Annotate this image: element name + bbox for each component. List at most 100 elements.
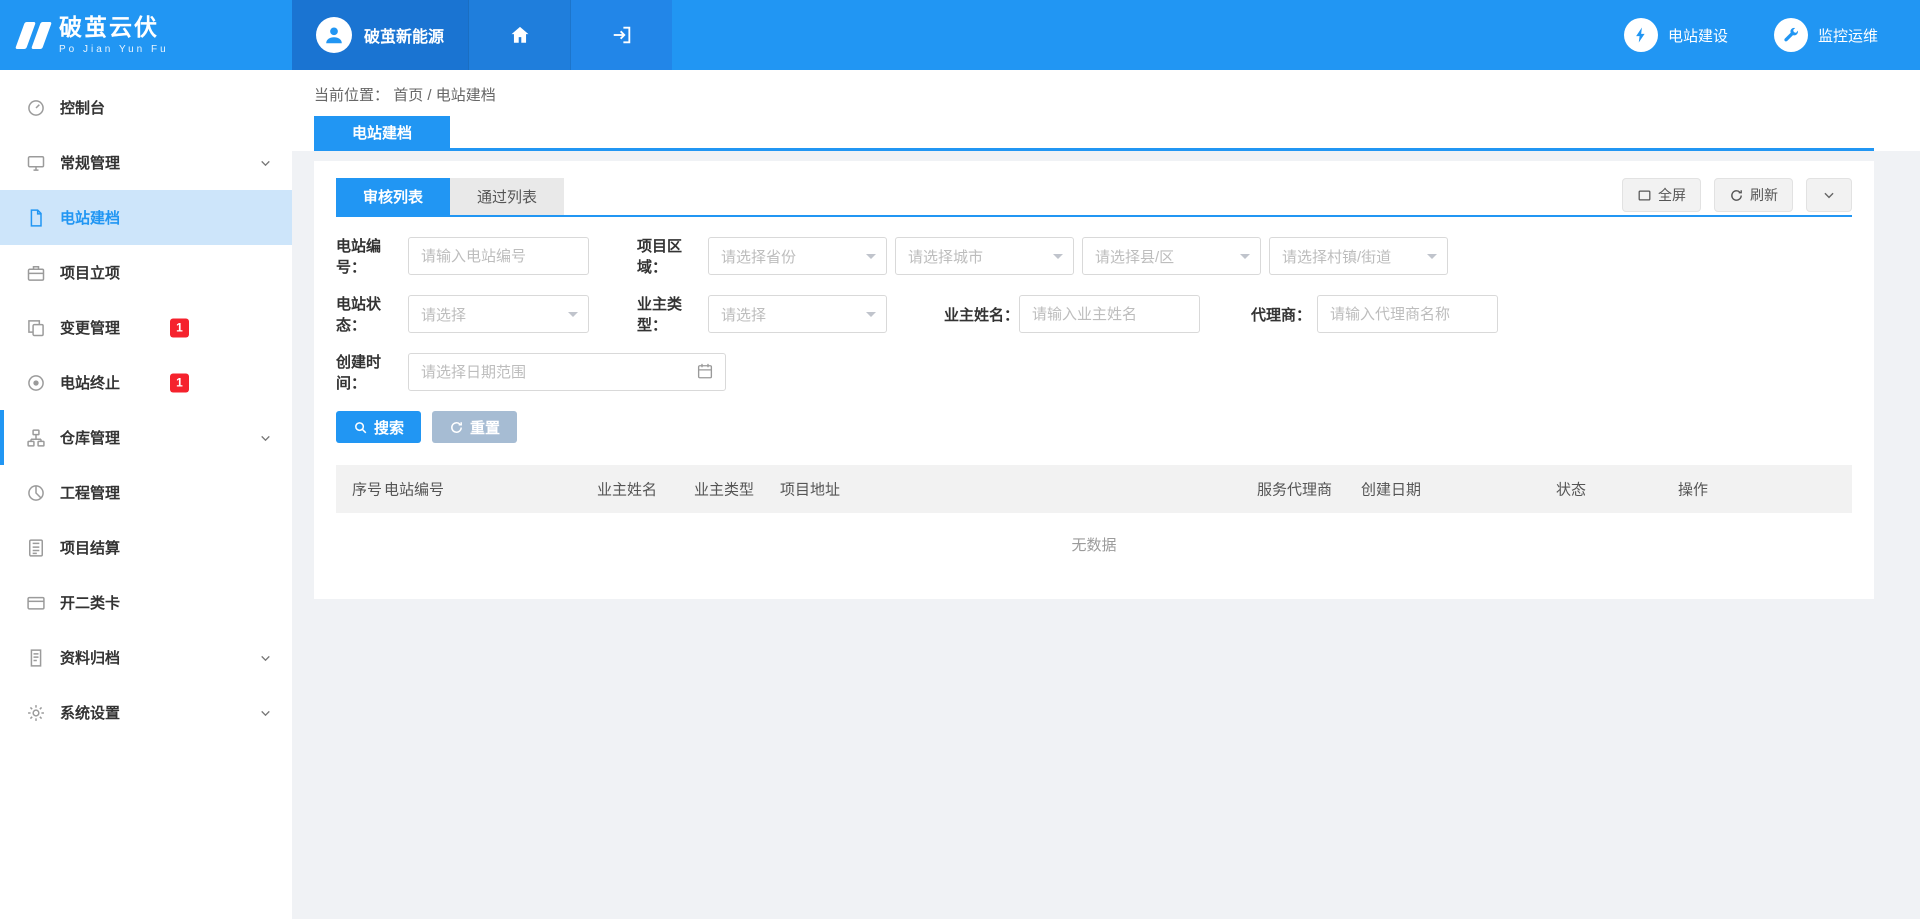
province-select-placeholder: 请选择省份: [721, 246, 796, 267]
tab-review-list[interactable]: 审核列表: [336, 178, 450, 215]
logout-icon: [611, 24, 633, 46]
app-header: 破茧云伏 Po Jian Yun Fu 破茧新能源 电站建设: [0, 0, 1920, 70]
column-header-station-no: 电站编号: [384, 479, 444, 500]
chevron-down-icon: [259, 706, 272, 719]
filter-row-1: 电站编号： 项目区域： 请选择省份 请选择城市 请选择县/区 请选择村镇/街道: [336, 237, 1852, 275]
column-header-service-agent: 服务代理商: [1257, 479, 1332, 500]
nav-monitoring[interactable]: 监控运维: [1774, 18, 1878, 52]
refresh-button[interactable]: 刷新: [1714, 178, 1793, 212]
breadcrumb-prefix: 当前位置：: [314, 87, 389, 104]
owner-type-label: 业主类型：: [637, 293, 708, 335]
owner-name-input[interactable]: [1019, 295, 1200, 333]
calculator-icon: [26, 538, 46, 558]
dashboard-icon: [26, 98, 46, 118]
sidebar-item-change-management[interactable]: 变更管理 1: [0, 300, 292, 355]
owner-type-placeholder: 请选择: [721, 304, 766, 325]
nav-station-construction[interactable]: 电站建设: [1624, 18, 1728, 52]
home-button[interactable]: [468, 0, 570, 70]
company-name: 破茧新能源: [364, 23, 444, 47]
user-icon: [323, 24, 345, 46]
search-button[interactable]: 搜索: [336, 411, 421, 443]
accent-divider: [314, 148, 1874, 151]
sidebar-item-system-settings[interactable]: 系统设置: [0, 685, 292, 740]
user-menu[interactable]: 破茧新能源: [292, 0, 468, 70]
chevron-down-icon: [259, 651, 272, 664]
refresh-label: 刷新: [1750, 185, 1778, 205]
sidebar-item-label: 仓库管理: [60, 427, 120, 448]
sidebar-item-station-archive[interactable]: 电站建档: [0, 190, 292, 245]
station-status-select[interactable]: 请选择: [408, 295, 589, 333]
sidebar-item-label: 系统设置: [60, 702, 120, 723]
tab-passed-list[interactable]: 通过列表: [450, 178, 564, 215]
collapse-button[interactable]: [1806, 178, 1852, 212]
reset-icon: [449, 420, 464, 435]
sidebar-item-data-archiving[interactable]: 资料归档: [0, 630, 292, 685]
filter-panel: 审核列表 通过列表 全屏 刷新: [314, 161, 1874, 599]
app-root: 破茧云伏 Po Jian Yun Fu 破茧新能源 电站建设: [0, 0, 1920, 919]
logout-button[interactable]: [570, 0, 672, 70]
reset-button[interactable]: 重置: [432, 411, 517, 443]
city-select-placeholder: 请选择城市: [908, 246, 983, 267]
agent-input[interactable]: [1317, 295, 1498, 333]
page-header: 当前位置： 首页 / 电站建档 电站建档: [292, 70, 1920, 151]
breadcrumb-separator: /: [427, 87, 435, 104]
sidebar-item-dashboard[interactable]: 控制台: [0, 80, 292, 135]
sidebar-item-engineering-management[interactable]: 工程管理: [0, 465, 292, 520]
calendar-icon: [696, 362, 714, 380]
column-header-index: 序号: [352, 479, 382, 500]
sidebar-item-label: 电站终止: [60, 372, 120, 393]
station-no-input[interactable]: [408, 237, 589, 275]
sidebar-item-open-type2-card[interactable]: 开二类卡: [0, 575, 292, 630]
agent-label: 代理商：: [1251, 304, 1317, 325]
chevron-down-icon: [259, 156, 272, 169]
fullscreen-button[interactable]: 全屏: [1622, 178, 1701, 212]
fullscreen-label: 全屏: [1658, 185, 1686, 205]
station-status-placeholder: 请选择: [421, 304, 466, 325]
filter-row-3: 创建时间：: [336, 353, 1852, 391]
column-header-owner-type: 业主类型: [694, 479, 754, 500]
fullscreen-icon: [1637, 188, 1652, 203]
sidebar: 控制台 常规管理 电站建档 项目立项 变更管理 1 电站终止 1 仓库管理: [0, 70, 292, 919]
region-label: 项目区域：: [637, 235, 708, 277]
sidebar-item-general-management[interactable]: 常规管理: [0, 135, 292, 190]
caret-down-icon: [1427, 254, 1437, 264]
page-tab-station-archive[interactable]: 电站建档: [314, 116, 450, 148]
district-select[interactable]: 请选择县/区: [1082, 237, 1261, 275]
caret-down-icon: [1240, 254, 1250, 264]
notification-badge: 1: [170, 318, 189, 337]
district-select-placeholder: 请选择县/区: [1095, 246, 1174, 267]
date-range-input[interactable]: [408, 353, 726, 391]
sidebar-item-station-termination[interactable]: 电站终止 1: [0, 355, 292, 410]
sidebar-item-project-initiation[interactable]: 项目立项: [0, 245, 292, 300]
owner-type-select[interactable]: 请选择: [708, 295, 887, 333]
refresh-icon: [1729, 188, 1744, 203]
sidebar-item-project-settlement[interactable]: 项目结算: [0, 520, 292, 575]
province-select[interactable]: 请选择省份: [708, 237, 887, 275]
filter-actions: 搜索 重置: [336, 411, 1852, 443]
document-icon: [26, 208, 46, 228]
column-header-actions: 操作: [1678, 479, 1708, 500]
panel-tabs: 审核列表 通过列表 全屏 刷新: [336, 178, 1852, 217]
sidebar-item-warehouse-management[interactable]: 仓库管理: [0, 410, 292, 465]
main-content: 当前位置： 首页 / 电站建档 电站建档 审核列表 通过列表 全屏: [292, 70, 1920, 919]
home-icon: [509, 24, 531, 46]
town-select[interactable]: 请选择村镇/街道: [1269, 237, 1448, 275]
caret-down-icon: [1053, 254, 1063, 264]
nav-label: 电站建设: [1668, 25, 1728, 46]
logo[interactable]: 破茧云伏 Po Jian Yun Fu: [0, 0, 292, 70]
sidebar-item-label: 常规管理: [60, 152, 120, 173]
station-status-label: 电站状态：: [336, 293, 408, 335]
table-header: 序号 电站编号 业主姓名 业主类型 项目地址 服务代理商 创建日期 状态 操作: [336, 465, 1852, 513]
search-label: 搜索: [374, 417, 404, 438]
sitemap-icon: [26, 428, 46, 448]
logo-title: 破茧云伏: [59, 15, 169, 40]
panel-tools: 全屏 刷新: [1622, 178, 1852, 212]
breadcrumb: 当前位置： 首页 / 电站建档: [292, 70, 1920, 116]
date-range-picker[interactable]: [408, 353, 726, 391]
logo-icon: [15, 22, 52, 49]
filter-row-2: 电站状态： 请选择 业主类型： 请选择 业主姓名： 代理商：: [336, 295, 1852, 333]
city-select[interactable]: 请选择城市: [895, 237, 1074, 275]
column-header-created-date: 创建日期: [1361, 479, 1421, 500]
gear-icon: [26, 703, 46, 723]
breadcrumb-home-link[interactable]: 首页: [393, 87, 423, 104]
